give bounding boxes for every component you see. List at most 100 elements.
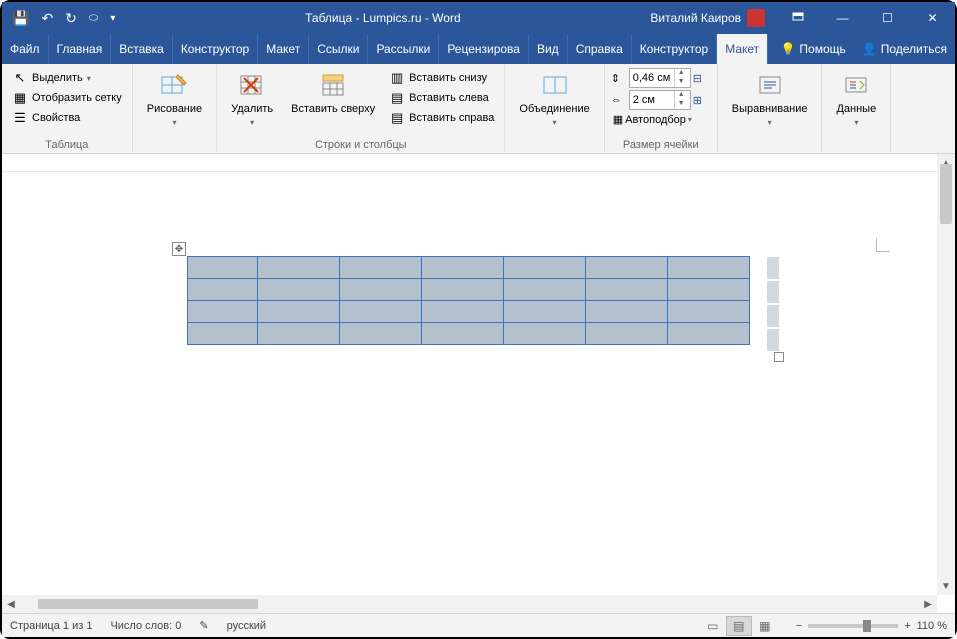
grid-icon: ▦ xyxy=(12,90,28,106)
horizontal-ruler[interactable] xyxy=(2,154,937,172)
tab-mailings[interactable]: Рассылки xyxy=(368,34,439,64)
spin-down-icon[interactable]: ▼ xyxy=(675,100,688,109)
properties-icon: ☰ xyxy=(12,110,28,126)
read-mode-icon[interactable]: ▭ xyxy=(700,616,726,636)
word-count[interactable]: Число слов: 0 xyxy=(110,620,181,632)
row-end-mark xyxy=(767,305,779,327)
share-icon: 👤 xyxy=(862,42,877,56)
tab-help[interactable]: Справка xyxy=(568,34,632,64)
tab-layout[interactable]: Макет xyxy=(258,34,309,64)
undo-icon[interactable]: ↶ xyxy=(41,10,53,27)
autofit-button[interactable]: ▦ Автоподбор ▾ xyxy=(611,112,694,127)
ribbon: ↖Выделить▾ ▦Отобразить сетку ☰Свойства Т… xyxy=(2,64,955,154)
maximize-button[interactable]: ☐ xyxy=(865,2,910,34)
touch-mode-icon[interactable]: ⬭ xyxy=(89,12,98,25)
col-width-icon: ⇔ xyxy=(611,94,627,106)
chevron-down-icon: ▾ xyxy=(768,118,772,127)
draw-table-icon xyxy=(159,70,189,100)
window-title: Таблица - Lumpics.ru - Word xyxy=(125,11,640,25)
page[interactable]: ✥ xyxy=(32,182,912,562)
data-icon xyxy=(841,70,871,100)
table-move-handle[interactable]: ✥ xyxy=(172,242,186,256)
view-buttons: ▭ ▤ ▦ xyxy=(700,616,778,636)
group-table: ↖Выделить▾ ▦Отобразить сетку ☰Свойства Т… xyxy=(2,64,133,153)
zoom-slider[interactable] xyxy=(808,624,898,628)
redo-icon[interactable]: ↻ xyxy=(65,10,77,27)
spellcheck-icon[interactable]: ✎ xyxy=(199,619,208,632)
tab-design[interactable]: Конструктор xyxy=(173,34,258,64)
group-rows-columns: Удалить ▾ Вставить сверху ▥Вставить сниз… xyxy=(217,64,505,153)
tab-insert[interactable]: Вставка xyxy=(111,34,173,64)
chevron-down-icon: ▾ xyxy=(854,118,858,127)
row-end-mark xyxy=(767,281,779,303)
row-end-mark xyxy=(767,329,779,351)
margin-corner xyxy=(876,238,890,252)
ribbon-options-icon[interactable] xyxy=(775,2,820,34)
merge-button[interactable]: Объединение ▾ xyxy=(511,66,597,131)
tab-table-design[interactable]: Конструктор xyxy=(632,34,717,64)
height-input[interactable]: ▲▼ xyxy=(629,68,691,88)
scroll-left-icon[interactable]: ◀ xyxy=(2,595,20,613)
insert-above-icon xyxy=(318,70,348,100)
scroll-thumb[interactable] xyxy=(940,164,952,224)
insert-below-icon: ▥ xyxy=(389,70,405,86)
distribute-rows-icon[interactable]: ⊟ xyxy=(693,72,711,85)
draw-table-button[interactable]: Рисование ▾ xyxy=(139,66,210,131)
print-layout-icon[interactable]: ▤ xyxy=(726,616,752,636)
language[interactable]: русский xyxy=(227,620,266,632)
delete-button[interactable]: Удалить ▾ xyxy=(223,66,281,131)
group-draw: Рисование ▾ xyxy=(133,64,217,153)
vertical-scrollbar[interactable]: ▲ ▼ xyxy=(937,154,955,595)
zoom-control: − + 110 % xyxy=(796,620,947,632)
page-number[interactable]: Страница 1 из 1 xyxy=(10,620,92,632)
avatar xyxy=(747,9,765,27)
zoom-level[interactable]: 110 % xyxy=(917,620,947,632)
properties-button[interactable]: ☰Свойства xyxy=(8,108,126,128)
spin-up-icon[interactable]: ▲ xyxy=(675,69,688,78)
table-resize-handle[interactable] xyxy=(774,352,784,362)
tab-file[interactable]: Файл xyxy=(2,34,49,64)
tab-view[interactable]: Вид xyxy=(529,34,568,64)
scroll-right-icon[interactable]: ▶ xyxy=(919,595,937,613)
insert-above-button[interactable]: Вставить сверху xyxy=(283,66,383,119)
scroll-thumb[interactable] xyxy=(38,599,258,609)
row-height-icon: ⇕ xyxy=(611,72,627,85)
user-label[interactable]: Виталий Каиров xyxy=(640,9,775,27)
save-icon[interactable]: 💾 xyxy=(12,10,29,27)
group-data: Данные ▾ xyxy=(822,64,891,153)
tab-home[interactable]: Главная xyxy=(49,34,112,64)
zoom-in-button[interactable]: + xyxy=(904,620,910,632)
delete-table-icon xyxy=(237,70,267,100)
insert-left-button[interactable]: ▤Вставить слева xyxy=(385,88,498,108)
share-button[interactable]: 👤Поделиться xyxy=(854,42,955,56)
select-button[interactable]: ↖Выделить▾ xyxy=(8,68,126,88)
alignment-button[interactable]: Выравнивание ▾ xyxy=(724,66,816,131)
document-table[interactable] xyxy=(187,256,750,345)
horizontal-scrollbar[interactable]: ◀ ▶ xyxy=(2,595,937,613)
spin-down-icon[interactable]: ▼ xyxy=(675,78,688,87)
quick-access-toolbar: 💾 ↶ ↻ ⬭ ▾ xyxy=(2,10,125,27)
data-button[interactable]: Данные ▾ xyxy=(828,66,884,131)
distribute-cols-icon[interactable]: ⊞ xyxy=(693,94,711,107)
alignment-icon xyxy=(755,70,785,100)
spin-up-icon[interactable]: ▲ xyxy=(675,91,688,100)
tell-me[interactable]: 💡Помощь xyxy=(772,42,853,56)
chevron-down-icon: ▾ xyxy=(250,118,254,127)
scroll-down-icon[interactable]: ▼ xyxy=(937,577,955,595)
insert-right-button[interactable]: ▤Вставить справа xyxy=(385,108,498,128)
tab-references[interactable]: Ссылки xyxy=(309,34,368,64)
qat-more-icon[interactable]: ▾ xyxy=(110,13,115,24)
web-layout-icon[interactable]: ▦ xyxy=(752,616,778,636)
view-gridlines-button[interactable]: ▦Отобразить сетку xyxy=(8,88,126,108)
insert-below-button[interactable]: ▥Вставить снизу xyxy=(385,68,498,88)
group-alignment: Выравнивание ▾ xyxy=(718,64,823,153)
group-cell-size: ⇕ ▲▼ ⊟ ⇔ ▲▼ ⊞ ▦ Автоподбор ▾ Размер ячей… xyxy=(605,64,718,153)
width-input[interactable]: ▲▼ xyxy=(629,90,691,110)
zoom-out-button[interactable]: − xyxy=(796,620,802,632)
close-button[interactable]: ✕ xyxy=(910,2,955,34)
cursor-icon: ↖ xyxy=(12,70,28,86)
tab-review[interactable]: Рецензирова xyxy=(439,34,529,64)
tab-table-layout[interactable]: Макет xyxy=(717,34,768,64)
chevron-down-icon: ▾ xyxy=(172,118,176,127)
minimize-button[interactable]: — xyxy=(820,2,865,34)
